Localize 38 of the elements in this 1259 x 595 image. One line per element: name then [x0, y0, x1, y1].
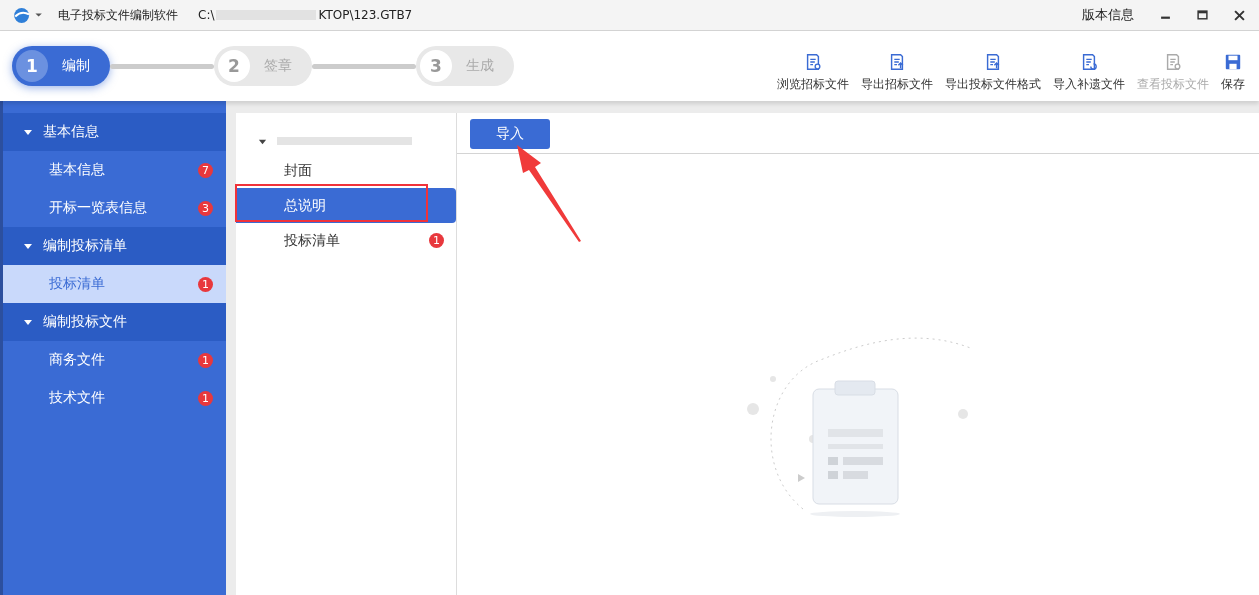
close-icon[interactable]	[1234, 9, 1245, 21]
import-button[interactable]: 导入	[470, 119, 550, 149]
sidebar-group[interactable]: 基本信息	[3, 113, 226, 151]
sidebar-item[interactable]: 开标一览表信息 3	[3, 189, 226, 227]
tree-item[interactable]: 封面	[236, 153, 456, 188]
document-icon	[1080, 53, 1098, 71]
toolbar-button[interactable]: 浏览招标文件	[771, 53, 855, 93]
count-badge: 7	[198, 162, 213, 178]
step-tab[interactable]: 1 编制	[12, 46, 110, 86]
document-icon	[984, 53, 1002, 71]
toolbar-button[interactable]: 导出招标文件	[855, 53, 939, 93]
document-icon	[888, 53, 906, 71]
sidebar-group[interactable]: 编制投标清单	[3, 227, 226, 265]
version-info-link[interactable]: 版本信息	[1082, 6, 1134, 24]
caret-icon	[23, 241, 33, 251]
sidebar-item[interactable]: 基本信息 7	[3, 151, 226, 189]
save-icon	[1224, 53, 1242, 71]
document-icon	[804, 53, 822, 71]
document-icon	[1164, 53, 1182, 71]
file-path: C:\ KTOP\123.GTB7	[198, 8, 413, 22]
sidebar-item[interactable]: 投标清单 1	[3, 265, 226, 303]
maximize-icon[interactable]	[1197, 9, 1208, 21]
caret-icon	[23, 317, 33, 327]
toolbar-button[interactable]: 导出投标文件格式	[939, 53, 1047, 93]
sidebar-item[interactable]: 技术文件 1	[3, 379, 226, 417]
count-badge: 1	[429, 233, 444, 248]
app-logo-icon[interactable]	[12, 6, 44, 24]
toolbar-button[interactable]: 导入补遗文件	[1047, 53, 1131, 93]
caret-icon	[23, 127, 33, 137]
window-title: 电子投标文件编制软件	[58, 6, 178, 24]
count-badge: 1	[198, 276, 213, 292]
count-badge: 3	[198, 200, 213, 216]
count-badge: 1	[198, 390, 213, 406]
count-badge: 1	[198, 352, 213, 368]
tree-item[interactable]: 投标清单 1	[236, 223, 456, 258]
sidebar-group[interactable]: 编制投标文件	[3, 303, 226, 341]
sidebar-item[interactable]: 商务文件 1	[3, 341, 226, 379]
toolbar-button[interactable]: 保存	[1215, 53, 1251, 93]
